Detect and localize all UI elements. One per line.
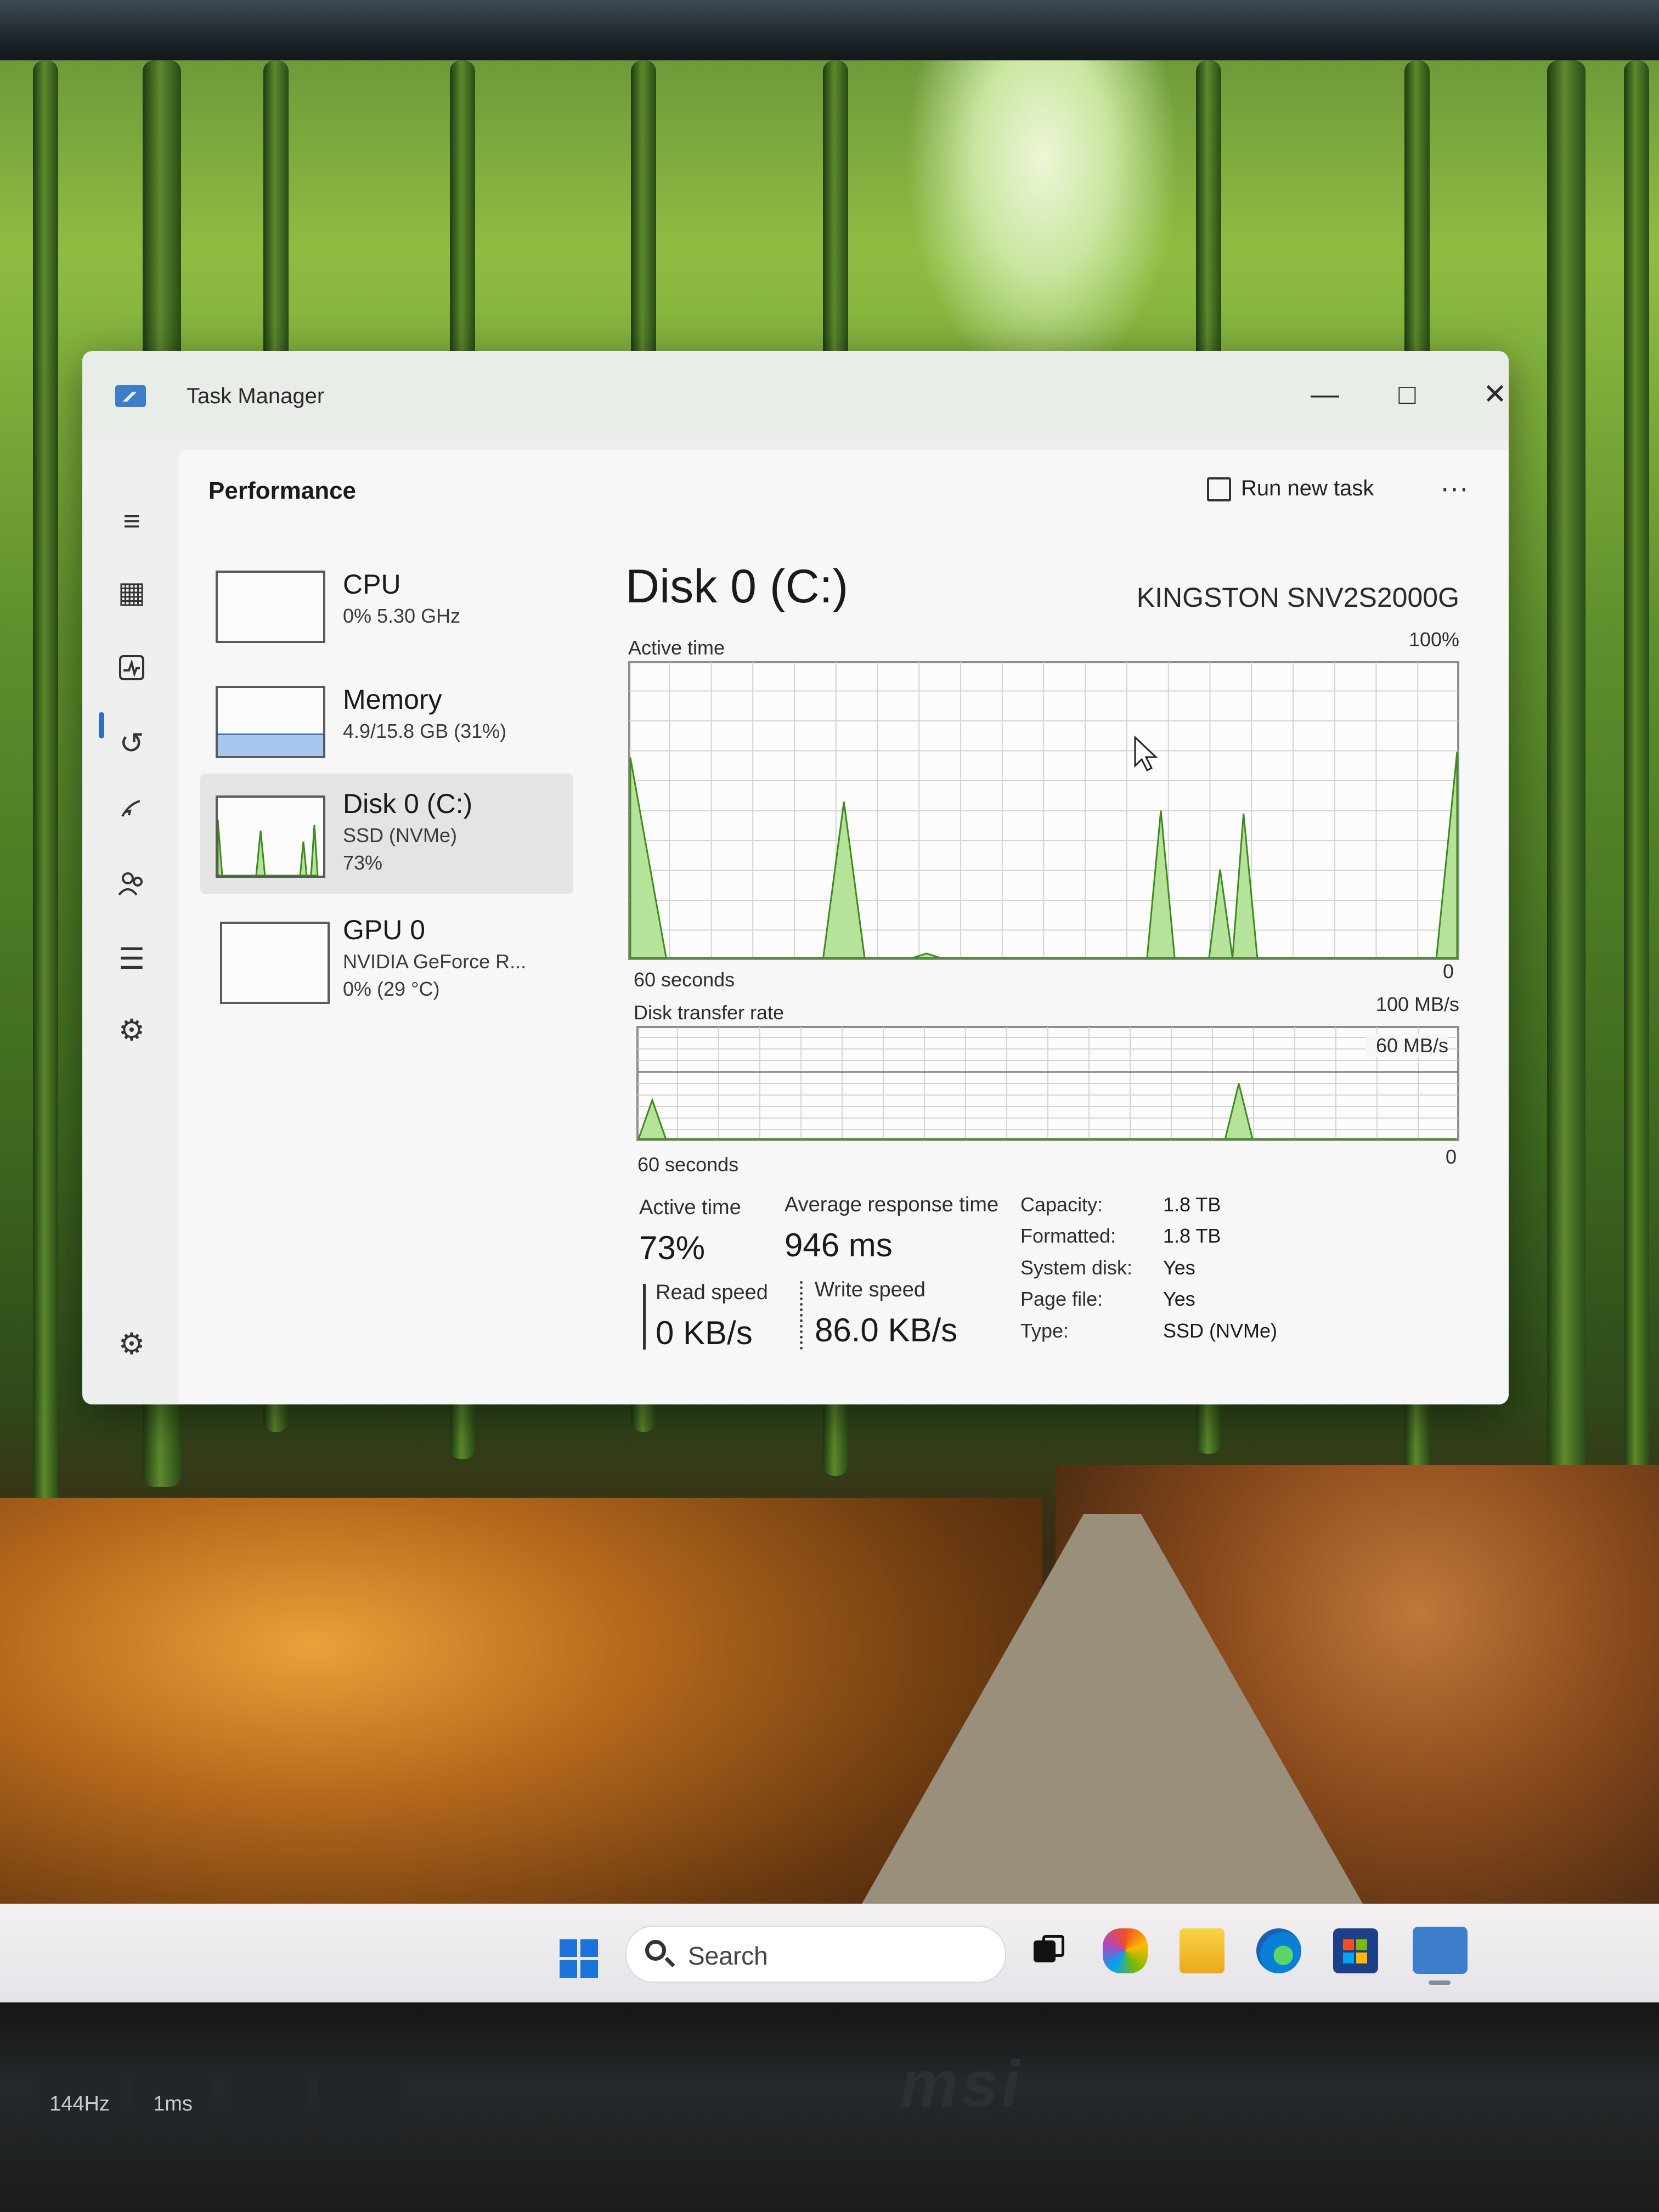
active-time-min-label: 0 [1443, 960, 1454, 983]
device-item-cpu[interactable]: CPU 0% 5.30 GHz [200, 554, 573, 658]
transfer-rate-mid-label: 60 MB/s [1366, 1034, 1448, 1057]
formatted-value: 1.8 TB [1163, 1224, 1221, 1247]
read-speed-value: 0 KB/s [656, 1314, 753, 1351]
transfer-rate-span-label: 60 seconds [637, 1153, 739, 1176]
active-time-span-label: 60 seconds [634, 968, 735, 991]
active-time-graph-label: Active time [628, 636, 725, 659]
active-time-stat-value: 73% [639, 1229, 706, 1266]
gpu-thumbnail [220, 922, 330, 1004]
page-title: Performance [208, 477, 357, 504]
app-history-icon[interactable]: ↺ [115, 727, 148, 760]
memory-thumbnail [216, 686, 325, 758]
bamboo-stalk [33, 60, 58, 1542]
performance-icon[interactable] [115, 654, 148, 687]
device-item-disk0[interactable]: Disk 0 (C:) SSD (NVMe) 73% [200, 774, 573, 894]
capacity-label: Capacity: [1020, 1193, 1103, 1216]
device-name: GPU 0 [343, 915, 426, 945]
page-file-label: Page file: [1020, 1288, 1103, 1310]
system-disk-value: Yes [1163, 1256, 1195, 1279]
device-item-gpu0[interactable]: GPU 0 NVIDIA GeForce R... 0% (29 °C) [200, 900, 573, 1020]
run-new-task-button[interactable]: Run new task [1207, 466, 1374, 510]
capacity-value: 1.8 TB [1163, 1193, 1221, 1216]
task-manager-window: Task Manager — □ ✕ ≡ ▦ ↺ ☰ ⚙ ⚙ Performan… [82, 351, 1509, 1404]
avg-response-label: Average response time [785, 1193, 999, 1216]
disk-thumbnail-sparkline [217, 819, 319, 877]
read-speed-marker [643, 1284, 646, 1350]
cpu-thumbnail [216, 571, 325, 643]
search-icon [645, 1940, 666, 1961]
task-manager-icon[interactable] [1413, 1927, 1468, 1974]
transfer-rate-graph [636, 1026, 1459, 1141]
transfer-rate-graph-label: Disk transfer rate [634, 1001, 785, 1024]
osd-response-time-badge: 1ms [132, 2074, 214, 2134]
menu-icon[interactable]: ≡ [115, 505, 148, 538]
window-title: Task Manager [187, 384, 325, 408]
more-options-button[interactable]: ··· [1440, 466, 1469, 510]
search-placeholder: Search [688, 1942, 768, 1970]
maximize-button[interactable]: □ [1377, 370, 1437, 419]
copilot-icon[interactable] [1103, 1928, 1148, 1973]
disk-thumbnail [216, 795, 325, 878]
edge-icon[interactable] [1256, 1928, 1301, 1973]
type-label: Type: [1020, 1319, 1069, 1342]
disk-model: KINGSTON SNV2S2000G [1136, 582, 1459, 613]
services-icon[interactable]: ⚙ [115, 1014, 148, 1047]
avg-response-value: 946 ms [785, 1227, 893, 1263]
active-app-indicator [1429, 1980, 1451, 1985]
bamboo-stalk [1547, 60, 1585, 1542]
device-name: Memory [343, 684, 442, 715]
transfer-rate-min-label: 0 [1446, 1146, 1457, 1168]
task-view-icon[interactable] [1026, 1928, 1071, 1973]
active-time-stat-label: Active time [639, 1196, 741, 1219]
details-icon[interactable]: ☰ [115, 943, 148, 975]
startup-apps-icon[interactable] [115, 795, 148, 828]
device-detail: SSD (NVMe) [343, 824, 458, 847]
title-bar[interactable]: Task Manager — □ ✕ [82, 351, 1509, 439]
processes-icon[interactable]: ▦ [115, 576, 148, 609]
taskbar-search-box[interactable]: Search [625, 1926, 1006, 1983]
close-button[interactable]: ✕ [1465, 370, 1509, 419]
device-detail: 0% 5.30 GHz [343, 605, 461, 627]
mouse-cursor-icon [1134, 735, 1158, 772]
device-item-memory[interactable]: Memory 4.9/15.8 GB (31%) [200, 669, 573, 774]
device-name: CPU [343, 569, 401, 600]
nav-selection-indicator [99, 712, 104, 738]
transfer-rate-max-label: 100 MB/s [1375, 993, 1459, 1015]
bamboo-stalk [1624, 60, 1649, 1487]
disk-title: Disk 0 (C:) [625, 560, 849, 613]
wallpaper-sky [905, 60, 1180, 390]
formatted-label: Formatted: [1020, 1224, 1116, 1247]
start-button[interactable] [560, 1939, 598, 1978]
minimize-button[interactable]: — [1295, 370, 1355, 419]
type-value: SSD (NVMe) [1163, 1319, 1278, 1342]
read-speed-label: Read speed [656, 1281, 768, 1304]
write-speed-marker [800, 1281, 803, 1350]
osd-crosshair-icon [225, 2074, 307, 2134]
write-speed-value: 86.0 KB/s [815, 1312, 958, 1348]
monitor-brand-logo: msi [900, 2047, 1023, 2121]
file-explorer-icon[interactable] [1180, 1928, 1224, 1973]
settings-icon[interactable]: ⚙ [115, 1328, 148, 1361]
run-task-icon [1207, 477, 1231, 502]
write-speed-label: Write speed [815, 1278, 926, 1301]
system-disk-label: System disk: [1020, 1256, 1133, 1279]
osd-refresh-rate-badge: 144Hz [38, 2074, 121, 2134]
store-icon[interactable] [1333, 1928, 1378, 1973]
users-icon[interactable] [115, 870, 148, 902]
device-detail: 4.9/15.8 GB (31%) [343, 720, 507, 742]
device-detail: NVIDIA GeForce R... [343, 950, 527, 973]
osd-gaming-mode-icon [318, 2074, 400, 2134]
device-name: Disk 0 (C:) [343, 788, 473, 819]
active-time-graph [628, 661, 1459, 960]
memory-usage-fill [218, 733, 323, 756]
run-new-task-label: Run new task [1241, 476, 1374, 500]
page-file-value: Yes [1163, 1288, 1195, 1310]
device-usage: 0% (29 °C) [343, 978, 440, 1000]
nav-rail: ≡ ▦ ↺ ☰ ⚙ ⚙ [82, 439, 178, 1404]
device-usage: 73% [343, 851, 383, 874]
active-time-max-label: 100% [1408, 628, 1459, 651]
task-manager-app-icon [115, 385, 146, 407]
